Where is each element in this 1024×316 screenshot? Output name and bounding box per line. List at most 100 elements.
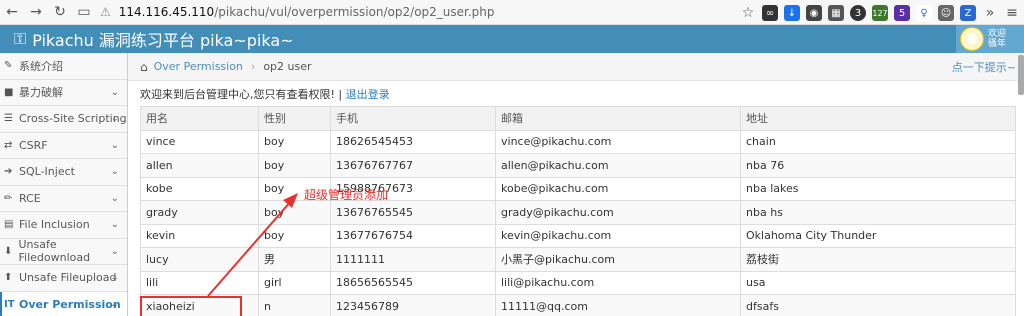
column-header: 地址 xyxy=(740,106,1016,131)
avatar: ☻ xyxy=(960,27,984,51)
cell-address: dfsafs xyxy=(740,294,1016,316)
breadcrumb-current: op2 user xyxy=(263,60,312,73)
annotation-highlight-box xyxy=(140,296,242,316)
cell-address: 荔枝街 xyxy=(740,247,1016,272)
sidebar-item-brute-force[interactable]: ■ 暴力破解 ⌄ xyxy=(0,79,127,106)
sidebar-item-unsafe-filedownload[interactable]: ⬇ Unsafe Filedownload ⌄ xyxy=(0,238,127,265)
sidebar-item-intro[interactable]: ✎ 系统介绍 xyxy=(0,53,127,80)
logout-link[interactable]: 退出登录 xyxy=(346,88,390,101)
cell-address: nba hs xyxy=(740,200,1016,225)
list-icon: ☰ xyxy=(4,113,13,125)
cell-gender: 男 xyxy=(258,247,331,272)
table-row: grady boy 13676765545 grady@pikachu.com … xyxy=(140,200,1016,225)
cell-username: kevin xyxy=(140,223,259,248)
chevron-down-icon: ⌄ xyxy=(110,192,119,204)
cell-gender: boy xyxy=(258,200,331,225)
chevron-down-icon: ⌄ xyxy=(110,245,119,257)
cell-email: kobe@pikachu.com xyxy=(495,176,741,201)
cell-address: Oklahoma City Thunder xyxy=(740,223,1016,248)
cell-username: allen xyxy=(140,153,259,178)
cell-email: grady@pikachu.com xyxy=(495,200,741,225)
app-title: Pikachu 漏洞练习平台 pika~pika~ xyxy=(32,31,294,50)
back-icon[interactable]: ← xyxy=(0,0,24,24)
user-menu[interactable]: ☻ 欢迎 骚年 xyxy=(956,25,1024,53)
menu-icon[interactable]: ≡ xyxy=(1004,1,1020,25)
chevron-down-icon: ⌄ xyxy=(110,298,119,310)
ext-icon-3[interactable]: 3 xyxy=(850,5,866,21)
sidebar-item-rce[interactable]: ✏ RCE ⌄ xyxy=(0,185,127,212)
table-header-row: 用名 性别 手机 邮箱 地址 xyxy=(140,106,1016,131)
extensions-bar: ☆ ∞ ↓ ◉ ▦ 3 127 5 ♀ ☺ Z » ≡ xyxy=(740,2,1020,24)
column-header: 用名 xyxy=(140,106,259,131)
text-icon: IT xyxy=(4,298,15,310)
app-header: ⚿ Pikachu 漏洞练习平台 pika~pika~ ☻ 欢迎 骚年 xyxy=(0,25,1024,53)
chevron-down-icon: ⌄ xyxy=(110,113,119,125)
table-row: kobe boy 15988767673 kobe@pikachu.com nb… xyxy=(140,176,1016,201)
table-row: lili girl 18656565545 lili@pikachu.com u… xyxy=(140,270,1016,295)
cell-email: vince@pikachu.com xyxy=(495,129,741,154)
file-icon: ▤ xyxy=(4,219,14,231)
sidebar-item-sql-inject[interactable]: ➔ SQL-Inject ⌄ xyxy=(0,159,127,186)
cell-email: lili@pikachu.com xyxy=(495,270,741,295)
chevron-down-icon: ⌄ xyxy=(110,139,119,151)
reload-icon[interactable]: ↻ xyxy=(48,0,72,24)
column-header: 邮箱 xyxy=(495,106,741,131)
table-row: lucy 男 1111111 小黑子@pikachu.com 荔枝街 xyxy=(140,247,1016,272)
star-icon[interactable]: ☆ xyxy=(740,1,756,25)
key-icon: ⚿ xyxy=(14,29,27,48)
ext-icon-1[interactable]: ∞ xyxy=(762,5,778,21)
ext-badge-icon-2[interactable]: 5 xyxy=(894,5,910,21)
user-greeting: 欢迎 骚年 xyxy=(988,29,1007,49)
ext-icon-2[interactable]: ▦ xyxy=(828,5,844,21)
sidebar-item-csrf[interactable]: ⇄ CSRF ⌄ xyxy=(0,132,127,159)
hint-link[interactable]: 点一下提示~ xyxy=(952,59,1016,75)
sidebar-item-xss[interactable]: ☰ Cross-Site Scripting ⌄ xyxy=(0,106,127,133)
scrollbar-thumb[interactable] xyxy=(1018,55,1024,95)
site-info-icon[interactable]: ⚠ xyxy=(100,5,111,19)
address-bar[interactable]: ⚠ 114.116.45.110 /pikachu/vul/overpermis… xyxy=(100,2,660,22)
box-icon: ■ xyxy=(4,86,14,98)
cell-username: lucy xyxy=(140,247,259,272)
column-header: 性别 xyxy=(258,106,331,131)
cell-phone: 1111111 xyxy=(330,247,496,272)
breadcrumb: ⌂ Over Permission › op2 user 点一下提示~ xyxy=(128,53,1024,81)
cell-address: chain xyxy=(740,129,1016,154)
download-icon[interactable]: ↓ xyxy=(784,5,800,21)
ext-badge-icon[interactable]: 127 xyxy=(872,5,888,21)
ext-icon-5[interactable]: Z xyxy=(960,5,976,21)
cell-email: 11111@qq.com xyxy=(495,294,741,316)
sidebar-item-unsafe-fileupload[interactable]: ⬆ Unsafe Fileupload ⌄ xyxy=(0,265,127,292)
home-icon[interactable]: ⌂ xyxy=(140,60,148,74)
table-row: kevin boy 13677676754 kevin@pikachu.com … xyxy=(140,223,1016,248)
cell-gender: boy xyxy=(258,153,331,178)
more-extensions-icon[interactable]: » xyxy=(982,1,998,25)
breadcrumb-parent-link[interactable]: Over Permission xyxy=(154,60,243,73)
column-header: 手机 xyxy=(330,106,496,131)
welcome-message: 欢迎来到后台管理中心,您只有查看权限! | 退出登录 xyxy=(140,88,390,101)
chevron-down-icon: ⌄ xyxy=(110,86,119,98)
cell-phone: 18656565545 xyxy=(330,270,496,295)
forward-icon[interactable]: → xyxy=(24,0,48,24)
pencil-icon: ✏ xyxy=(4,192,13,204)
sidebar-toggle-icon[interactable]: ▭ xyxy=(72,0,96,24)
sidebar-item-file-inclusion[interactable]: ▤ File Inclusion ⌄ xyxy=(0,212,127,239)
annotation-label: 超级管理员添加 xyxy=(304,188,389,202)
sidebar-item-over-permission[interactable]: IT Over Permission ⌄ xyxy=(0,291,127,316)
ext-icon-4[interactable]: ☺ xyxy=(938,5,954,21)
camera-icon[interactable]: ◉ xyxy=(806,5,822,21)
cell-phone: 13676767767 xyxy=(330,153,496,178)
chevron-down-icon: ⌄ xyxy=(110,219,119,231)
cell-gender: girl xyxy=(258,270,331,295)
table-row: allen boy 13676767767 allen@pikachu.com … xyxy=(140,153,1016,178)
pin-icon[interactable]: ♀ xyxy=(916,5,932,21)
cell-email: 小黑子@pikachu.com xyxy=(495,247,741,272)
cell-username: grady xyxy=(140,200,259,225)
breadcrumb-separator-icon: › xyxy=(250,60,256,73)
cell-email: kevin@pikachu.com xyxy=(495,223,741,248)
chevron-down-icon: ⌄ xyxy=(110,166,119,178)
url-host: 114.116.45.110 xyxy=(118,5,215,19)
table-row: xiaoheizi n 123456789 11111@qq.com dfsaf… xyxy=(140,294,1016,316)
arrow-icon: ➔ xyxy=(4,166,13,178)
brand[interactable]: ⚿ Pikachu 漏洞练习平台 pika~pika~ xyxy=(14,27,294,51)
cell-phone: 123456789 xyxy=(330,294,496,316)
